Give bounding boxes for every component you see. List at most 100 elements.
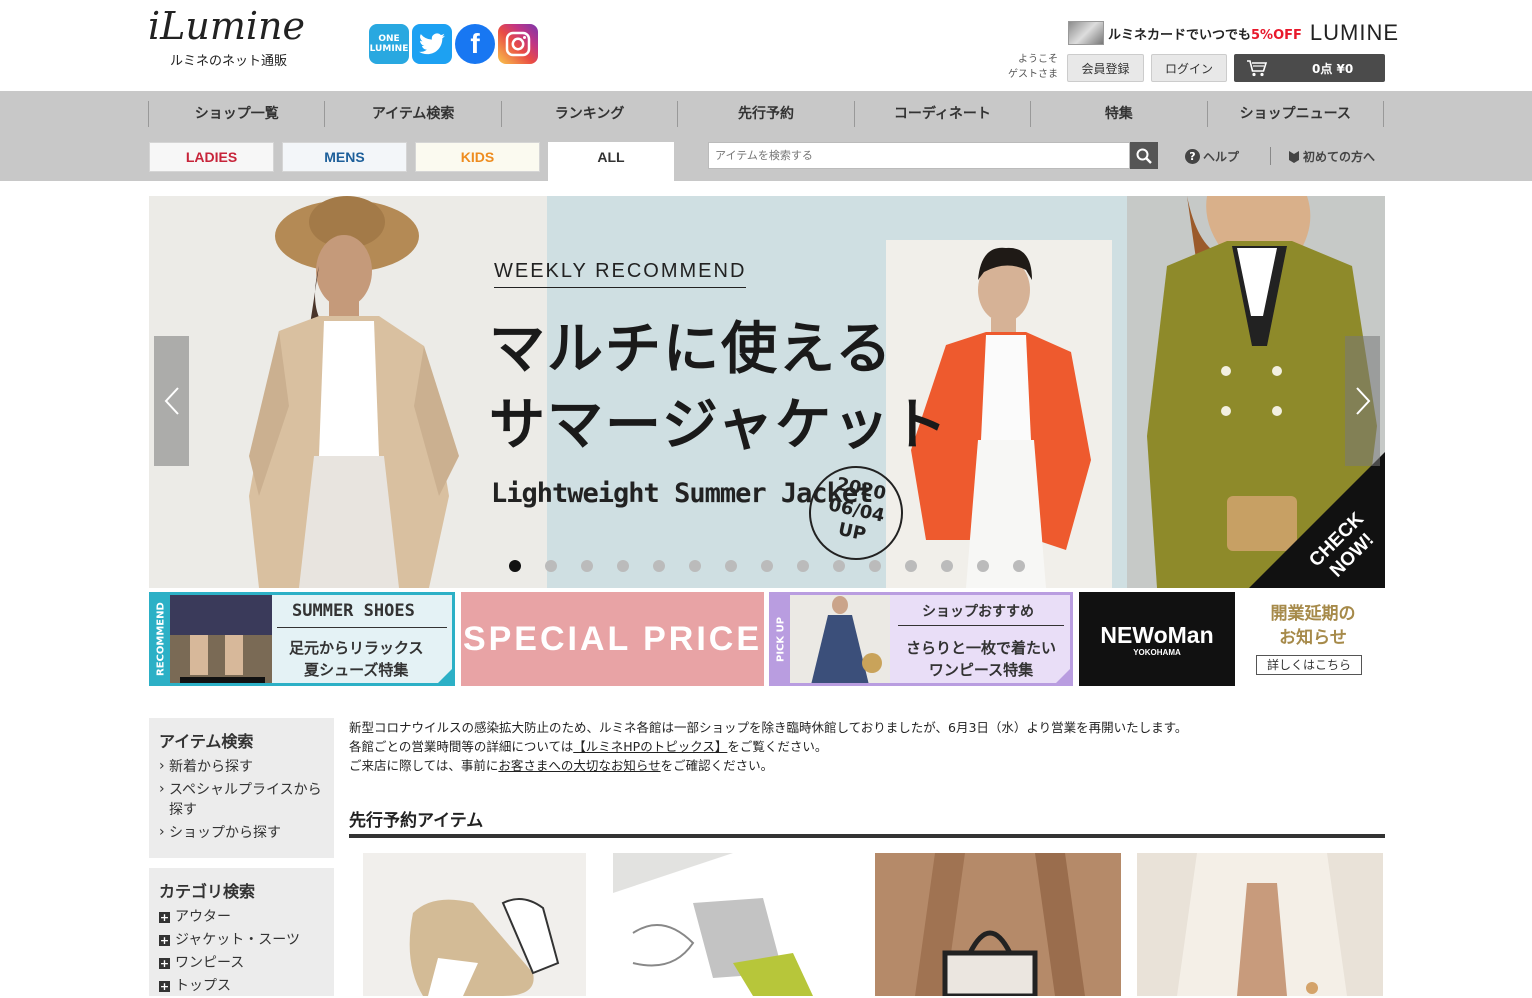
- sidebar-link-new[interactable]: 新着から探す: [149, 756, 334, 779]
- product-image-mesh-bag: [613, 853, 859, 996]
- nav-item-search[interactable]: アイテム検索: [324, 101, 500, 127]
- help-link[interactable]: ? ヘルプ: [1185, 148, 1239, 165]
- banner-special-price[interactable]: SPECIAL PRICE: [461, 592, 764, 686]
- banner-title: ショップおすすめ: [922, 604, 1034, 620]
- carousel-dot[interactable]: [797, 560, 809, 572]
- product-image-tote: [875, 853, 1121, 996]
- divider: [1270, 147, 1271, 165]
- lumine-card-image: [1068, 21, 1104, 45]
- facebook-icon[interactable]: f: [455, 24, 495, 64]
- banner-shop-recommend[interactable]: PICK UP ショップおすすめ さらりと一枚で着たい ワンピース特集: [769, 592, 1073, 686]
- tab-all[interactable]: ALL: [548, 142, 674, 181]
- help-icon: ?: [1185, 149, 1200, 164]
- search-button[interactable]: [1130, 142, 1158, 169]
- promo-text: ルミネカードでいつでも5%OFF: [1108, 27, 1302, 43]
- feature-banners: RECOMMEND SUMMER SHOES 足元からリラックス 夏シューズ特集…: [149, 592, 1385, 686]
- sandals-photo: [170, 595, 272, 683]
- carousel-dot[interactable]: [509, 560, 521, 572]
- banner-vertical-label: PICK UP: [772, 595, 790, 683]
- lumine-topics-link[interactable]: 【ルミネHPのトピックス】: [573, 739, 727, 754]
- welcome-text: ようこそ ゲストさま: [1008, 54, 1058, 80]
- sidebar-title: アイテム検索: [159, 732, 254, 751]
- product-card[interactable]: [1137, 853, 1383, 996]
- details-button[interactable]: 詳しくはこちら: [1256, 655, 1362, 675]
- category-onepiece[interactable]: + ワンピース: [149, 952, 334, 975]
- carousel-dot[interactable]: [1013, 560, 1025, 572]
- banner-newoman[interactable]: NEWoMan YOKOHAMA: [1079, 592, 1235, 686]
- carousel-prev-button[interactable]: [154, 336, 189, 466]
- lumine-brand-logo: LUMINE: [1309, 20, 1400, 45]
- site-logo[interactable]: iLumine: [148, 4, 305, 48]
- carousel-next-button[interactable]: [1345, 336, 1380, 466]
- banner-subtitle: YOKOHAMA: [1133, 648, 1181, 657]
- carousel-dot[interactable]: [941, 560, 953, 572]
- first-time-link[interactable]: 初めての方へ: [1288, 148, 1375, 165]
- tab-ladies[interactable]: LADIES: [149, 142, 274, 172]
- nav-coordinate[interactable]: コーディネート: [853, 101, 1030, 127]
- plus-icon: +: [159, 979, 170, 993]
- sidebar-category-search: カテゴリ検索 + アウター + ジャケット・スーツ + ワンピース + トップス: [149, 868, 334, 996]
- important-notice-link[interactable]: お客さまへの大切なお知らせ: [498, 758, 660, 773]
- notice-text: 新型コロナウイルスの感染拡大防止のため、ルミネ各館は一部ショップを除き臨時休館し…: [349, 720, 1188, 773]
- hero-headline: マルチに使える サマージャケット: [489, 317, 950, 458]
- model-photo: [249, 196, 459, 588]
- one-lumine-label: ONE LUMINE: [369, 34, 409, 54]
- twitter-icon[interactable]: [412, 24, 452, 64]
- login-button[interactable]: ログイン: [1151, 54, 1227, 82]
- sidebar-link-shop[interactable]: ショップから探す: [149, 822, 334, 845]
- carousel-dot[interactable]: [977, 560, 989, 572]
- nav-shop-list[interactable]: ショップ一覧: [148, 101, 324, 127]
- sidebar-link-special-price[interactable]: スペシャルプライスから探す: [149, 779, 334, 822]
- lumine-card-promo[interactable]: ルミネカードでいつでも5%OFF LUMINE: [1068, 20, 1399, 46]
- search-input[interactable]: [708, 142, 1130, 169]
- tab-mens[interactable]: MENS: [282, 142, 407, 172]
- chevron-left-icon: [164, 387, 179, 415]
- category-jacket-suit[interactable]: + ジャケット・スーツ: [149, 929, 334, 952]
- carousel-dot[interactable]: [869, 560, 881, 572]
- banner-opening-delay[interactable]: 開業延期の お知らせ 詳しくはこちら: [1241, 592, 1385, 686]
- plus-icon: +: [159, 910, 170, 924]
- category-outer[interactable]: + アウター: [149, 906, 334, 929]
- main-nav: ショップ一覧 アイテム検索 ランキング 先行予約 コーディネート 特集 ショップ…: [0, 91, 1532, 181]
- one-lumine-icon[interactable]: ONE LUMINE: [369, 24, 409, 64]
- banner-vertical-label: RECOMMEND: [152, 595, 170, 683]
- sidebar-title: カテゴリ検索: [159, 882, 256, 901]
- nav-ranking[interactable]: ランキング: [500, 101, 677, 127]
- first-time-label: 初めての方へ: [1303, 150, 1376, 164]
- product-image-sneakers: [363, 853, 586, 996]
- cart-icon: [1247, 60, 1268, 77]
- nav-preorder[interactable]: 先行予約: [677, 101, 853, 127]
- carousel-dot[interactable]: [761, 560, 773, 572]
- beginner-mark-icon: [1289, 150, 1299, 163]
- banner-summer-shoes[interactable]: RECOMMEND SUMMER SHOES 足元からリラックス 夏シューズ特集: [149, 592, 455, 686]
- carousel-dots: [509, 560, 1049, 572]
- product-card[interactable]: [363, 853, 586, 996]
- carousel-dot[interactable]: [653, 560, 665, 572]
- banner-title: SUMMER SHOES: [292, 601, 415, 621]
- product-card[interactable]: [613, 853, 859, 996]
- category-tops[interactable]: + トップス: [149, 975, 334, 998]
- carousel-dot[interactable]: [545, 560, 557, 572]
- register-button[interactable]: 会員登録: [1067, 54, 1144, 82]
- dress-photo: [790, 595, 890, 683]
- product-card[interactable]: [875, 853, 1121, 996]
- nav-shop-news[interactable]: ショップニュース: [1206, 101, 1384, 127]
- cart-summary: 0点 ¥0: [1312, 61, 1354, 76]
- carousel-dot[interactable]: [617, 560, 629, 572]
- carousel-dot[interactable]: [833, 560, 845, 572]
- nav-feature[interactable]: 特集: [1030, 101, 1206, 127]
- cart-button[interactable]: 0点 ¥0: [1234, 54, 1385, 82]
- banner-subtitle: 足元からリラックス 夏シューズ特集: [289, 639, 424, 679]
- site-header: iLumine ルミネのネット通販 ONE LUMINE f ルミネカードでいつ…: [0, 0, 1532, 91]
- carousel-dot[interactable]: [725, 560, 737, 572]
- help-label: ヘルプ: [1203, 150, 1240, 164]
- sidebar-item-search: アイテム検索 新着から探す スペシャルプライスから探す ショップから探す: [149, 718, 334, 858]
- instagram-icon[interactable]: [498, 24, 538, 64]
- tab-kids[interactable]: KIDS: [415, 142, 540, 172]
- hero-carousel[interactable]: WEEKLY RECOMMEND マルチに使える サマージャケット Lightw…: [149, 196, 1385, 588]
- carousel-dot[interactable]: [581, 560, 593, 572]
- carousel-dot[interactable]: [689, 560, 701, 572]
- hero-weekly-label: WEEKLY RECOMMEND: [494, 260, 747, 288]
- carousel-dot[interactable]: [905, 560, 917, 572]
- banner-subtitle: さらりと一枚で着たい ワンピース特集: [906, 639, 1057, 679]
